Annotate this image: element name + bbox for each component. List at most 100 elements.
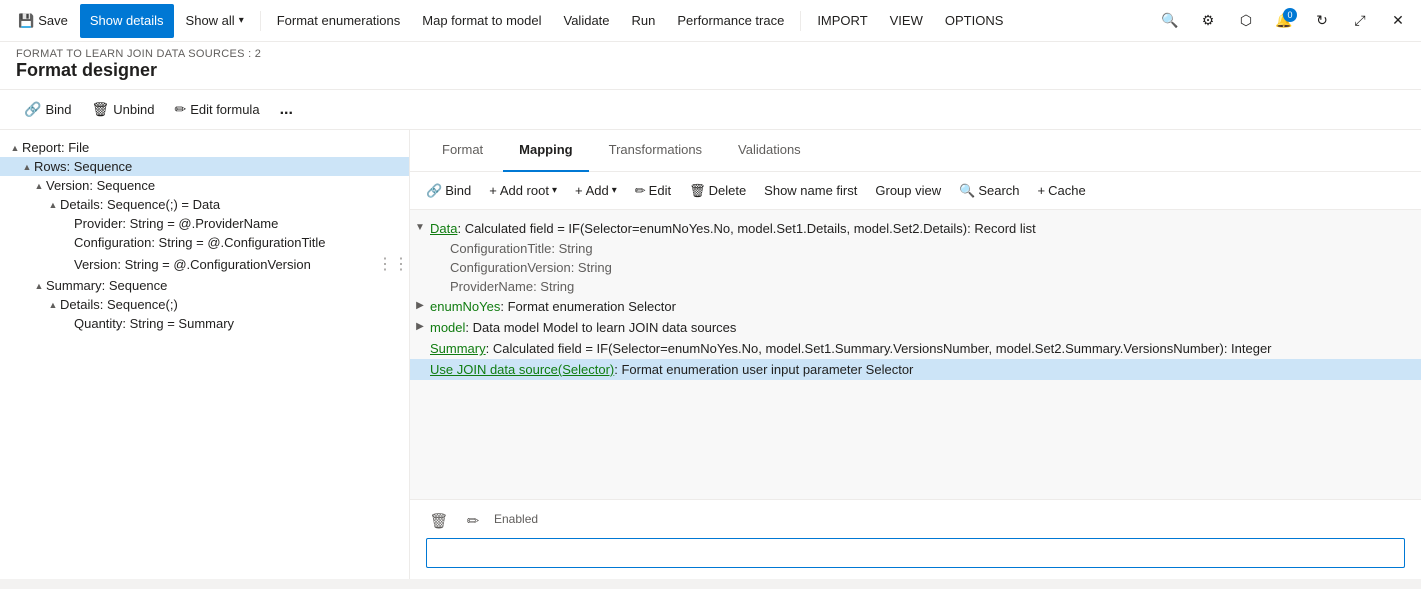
popout-button[interactable]: ⤢ [1345, 6, 1375, 36]
datasource-items: ▼ Data: Calculated field = IF(Selector=e… [410, 218, 1421, 380]
enabled-label: Enabled [494, 512, 538, 526]
separator2 [800, 11, 801, 31]
datasource-tree: ▼ Data: Calculated field = IF(Selector=e… [410, 210, 1421, 499]
notification-area: 🔔 0 [1269, 6, 1299, 36]
add-button[interactable]: + Add ▾ [567, 180, 625, 201]
show-details-button[interactable]: Show details [80, 4, 174, 38]
settings-icon-button[interactable]: ⚙ [1193, 6, 1223, 36]
bottom-actions: 🗑 ✏ Enabled [426, 508, 1405, 534]
drag-handle: ⋮⋮ [377, 254, 409, 274]
datasource-item[interactable]: Use JOIN data source(Selector): Format e… [410, 359, 1421, 380]
edit-formula-button[interactable]: ✏ Edit formula [166, 97, 267, 122]
separator [260, 11, 261, 31]
import-button[interactable]: IMPORT [807, 4, 877, 38]
show-all-button[interactable]: Show all ▾ [176, 4, 254, 38]
arrow-icon: ▲ [20, 162, 34, 172]
plus-icon2: + [575, 183, 583, 198]
ds-arrow-icon: ▼ [410, 222, 430, 233]
save-icon: 💾 [18, 13, 34, 29]
ds-name: enumNoYes [430, 299, 500, 314]
page-title: Format designer [16, 60, 1405, 81]
view-button[interactable]: VIEW [880, 4, 933, 38]
tree-item[interactable]: Quantity: String = Summary [0, 314, 409, 333]
unbind-icon: 🗑 [91, 101, 109, 118]
trash-icon: 🗑 [689, 183, 706, 199]
map-format-button[interactable]: Map format to model [412, 4, 551, 38]
datasource-item[interactable]: ▶ model: Data model Model to learn JOIN … [410, 317, 1421, 338]
chevron-down-icon3: ▾ [612, 185, 617, 196]
group-view-button[interactable]: Group view [867, 180, 949, 201]
tree-item[interactable]: ▲ Details: Sequence(;) = Data [0, 195, 409, 214]
delete-button[interactable]: 🗑 Delete [681, 180, 754, 202]
link-icon: 🔗 [24, 101, 41, 118]
mapping-toolbar: 🔗 Bind + Add root ▾ + Add ▾ ✏ Edit 🗑 Del… [410, 172, 1421, 210]
pencil-icon2: ✏ [635, 183, 646, 199]
office-icon-button[interactable]: ⬡ [1231, 6, 1261, 36]
tree-item[interactable]: ▲ Summary: Sequence [0, 276, 409, 295]
ds-arrow-icon: ▶ [410, 300, 430, 311]
arrow-icon: ▲ [8, 143, 22, 153]
left-tree-panel: ▲ Report: File ▲ Rows: Sequence ▲ Versio… [0, 130, 410, 579]
pencil-icon: ✏ [174, 101, 186, 118]
tab-transformations[interactable]: Transformations [593, 130, 718, 172]
link-icon2: 🔗 [426, 183, 442, 199]
tree-item[interactable]: Version: String = @.ConfigurationVersion… [0, 252, 409, 276]
ds-name: Data [430, 221, 457, 236]
mapping-bind-button[interactable]: 🔗 Bind [418, 180, 479, 202]
plus-icon3: + [1038, 183, 1046, 198]
more-actions-button[interactable]: ... [272, 97, 301, 123]
tree-item[interactable]: Configuration: String = @.ConfigurationT… [0, 233, 409, 252]
page-header: FORMAT TO LEARN JOIN DATA SOURCES : 2 Fo… [0, 42, 1421, 90]
search-icon: 🔍 [959, 183, 975, 199]
chevron-down-icon2: ▾ [552, 185, 557, 196]
ds-type: : Data model Model to learn JOIN data so… [465, 320, 736, 335]
tree-item[interactable]: ▲ Details: Sequence(;) [0, 295, 409, 314]
tabs-bar: Format Mapping Transformations Validatio… [410, 130, 1421, 172]
action-bar: 🔗 Bind 🗑 Unbind ✏ Edit formula ... [0, 90, 1421, 130]
main-content: ▲ Report: File ▲ Rows: Sequence ▲ Versio… [0, 130, 1421, 579]
add-root-button[interactable]: + Add root ▾ [481, 180, 565, 201]
enabled-input[interactable] [426, 538, 1405, 568]
search-global-button[interactable]: 🔍 [1155, 6, 1185, 36]
arrow-icon: ▲ [32, 181, 46, 191]
datasource-item[interactable]: Summary: Calculated field = IF(Selector=… [410, 338, 1421, 359]
format-enumerations-button[interactable]: Format enumerations [267, 4, 411, 38]
ds-type: : Format enumeration user input paramete… [614, 362, 913, 377]
performance-trace-button[interactable]: Performance trace [667, 4, 794, 38]
close-button[interactable]: ✕ [1383, 6, 1413, 36]
arrow-icon: ▲ [46, 200, 60, 210]
datasource-child-item[interactable]: ProviderName: String [410, 277, 1421, 296]
validate-button[interactable]: Validate [554, 4, 620, 38]
right-panel: Format Mapping Transformations Validatio… [410, 130, 1421, 579]
options-button[interactable]: OPTIONS [935, 4, 1014, 38]
ds-name: Summary [430, 341, 486, 356]
plus-icon: + [489, 183, 497, 198]
edit-button[interactable]: ✏ Edit [627, 180, 679, 202]
ds-type: : Calculated field = IF(Selector=enumNoY… [457, 221, 1035, 236]
cache-button[interactable]: + Cache [1030, 180, 1094, 201]
tree-item[interactable]: ▲ Version: Sequence [0, 176, 409, 195]
datasource-child-item[interactable]: ConfigurationTitle: String [410, 239, 1421, 258]
datasource-item[interactable]: ▶ enumNoYes: Format enumeration Selector [410, 296, 1421, 317]
run-button[interactable]: Run [622, 4, 666, 38]
unbind-action-button[interactable]: 🗑 Unbind [83, 97, 162, 122]
top-toolbar: 💾 Save Show details Show all ▾ Format en… [0, 0, 1421, 42]
tree-item[interactable]: ▲ Report: File [0, 138, 409, 157]
tab-mapping[interactable]: Mapping [503, 130, 588, 172]
tab-format[interactable]: Format [426, 130, 499, 172]
refresh-button[interactable]: ↻ [1307, 6, 1337, 36]
search-button[interactable]: 🔍 Search [951, 180, 1027, 202]
datasource-child-item[interactable]: ConfigurationVersion: String [410, 258, 1421, 277]
tab-validations[interactable]: Validations [722, 130, 817, 172]
tree-item[interactable]: Provider: String = @.ProviderName [0, 214, 409, 233]
arrow-icon: ▲ [46, 300, 60, 310]
bottom-trash-button[interactable]: 🗑 [426, 508, 452, 534]
save-button[interactable]: 💾 Save [8, 4, 78, 38]
ds-arrow-icon: ▶ [410, 321, 430, 332]
datasource-item[interactable]: ▼ Data: Calculated field = IF(Selector=e… [410, 218, 1421, 239]
tree-item[interactable]: ▲ Rows: Sequence [0, 157, 409, 176]
bottom-edit-button[interactable]: ✏ [460, 508, 486, 534]
chevron-down-icon: ▾ [239, 15, 244, 26]
bind-action-button[interactable]: 🔗 Bind [16, 97, 79, 122]
show-name-first-button[interactable]: Show name first [756, 180, 865, 201]
